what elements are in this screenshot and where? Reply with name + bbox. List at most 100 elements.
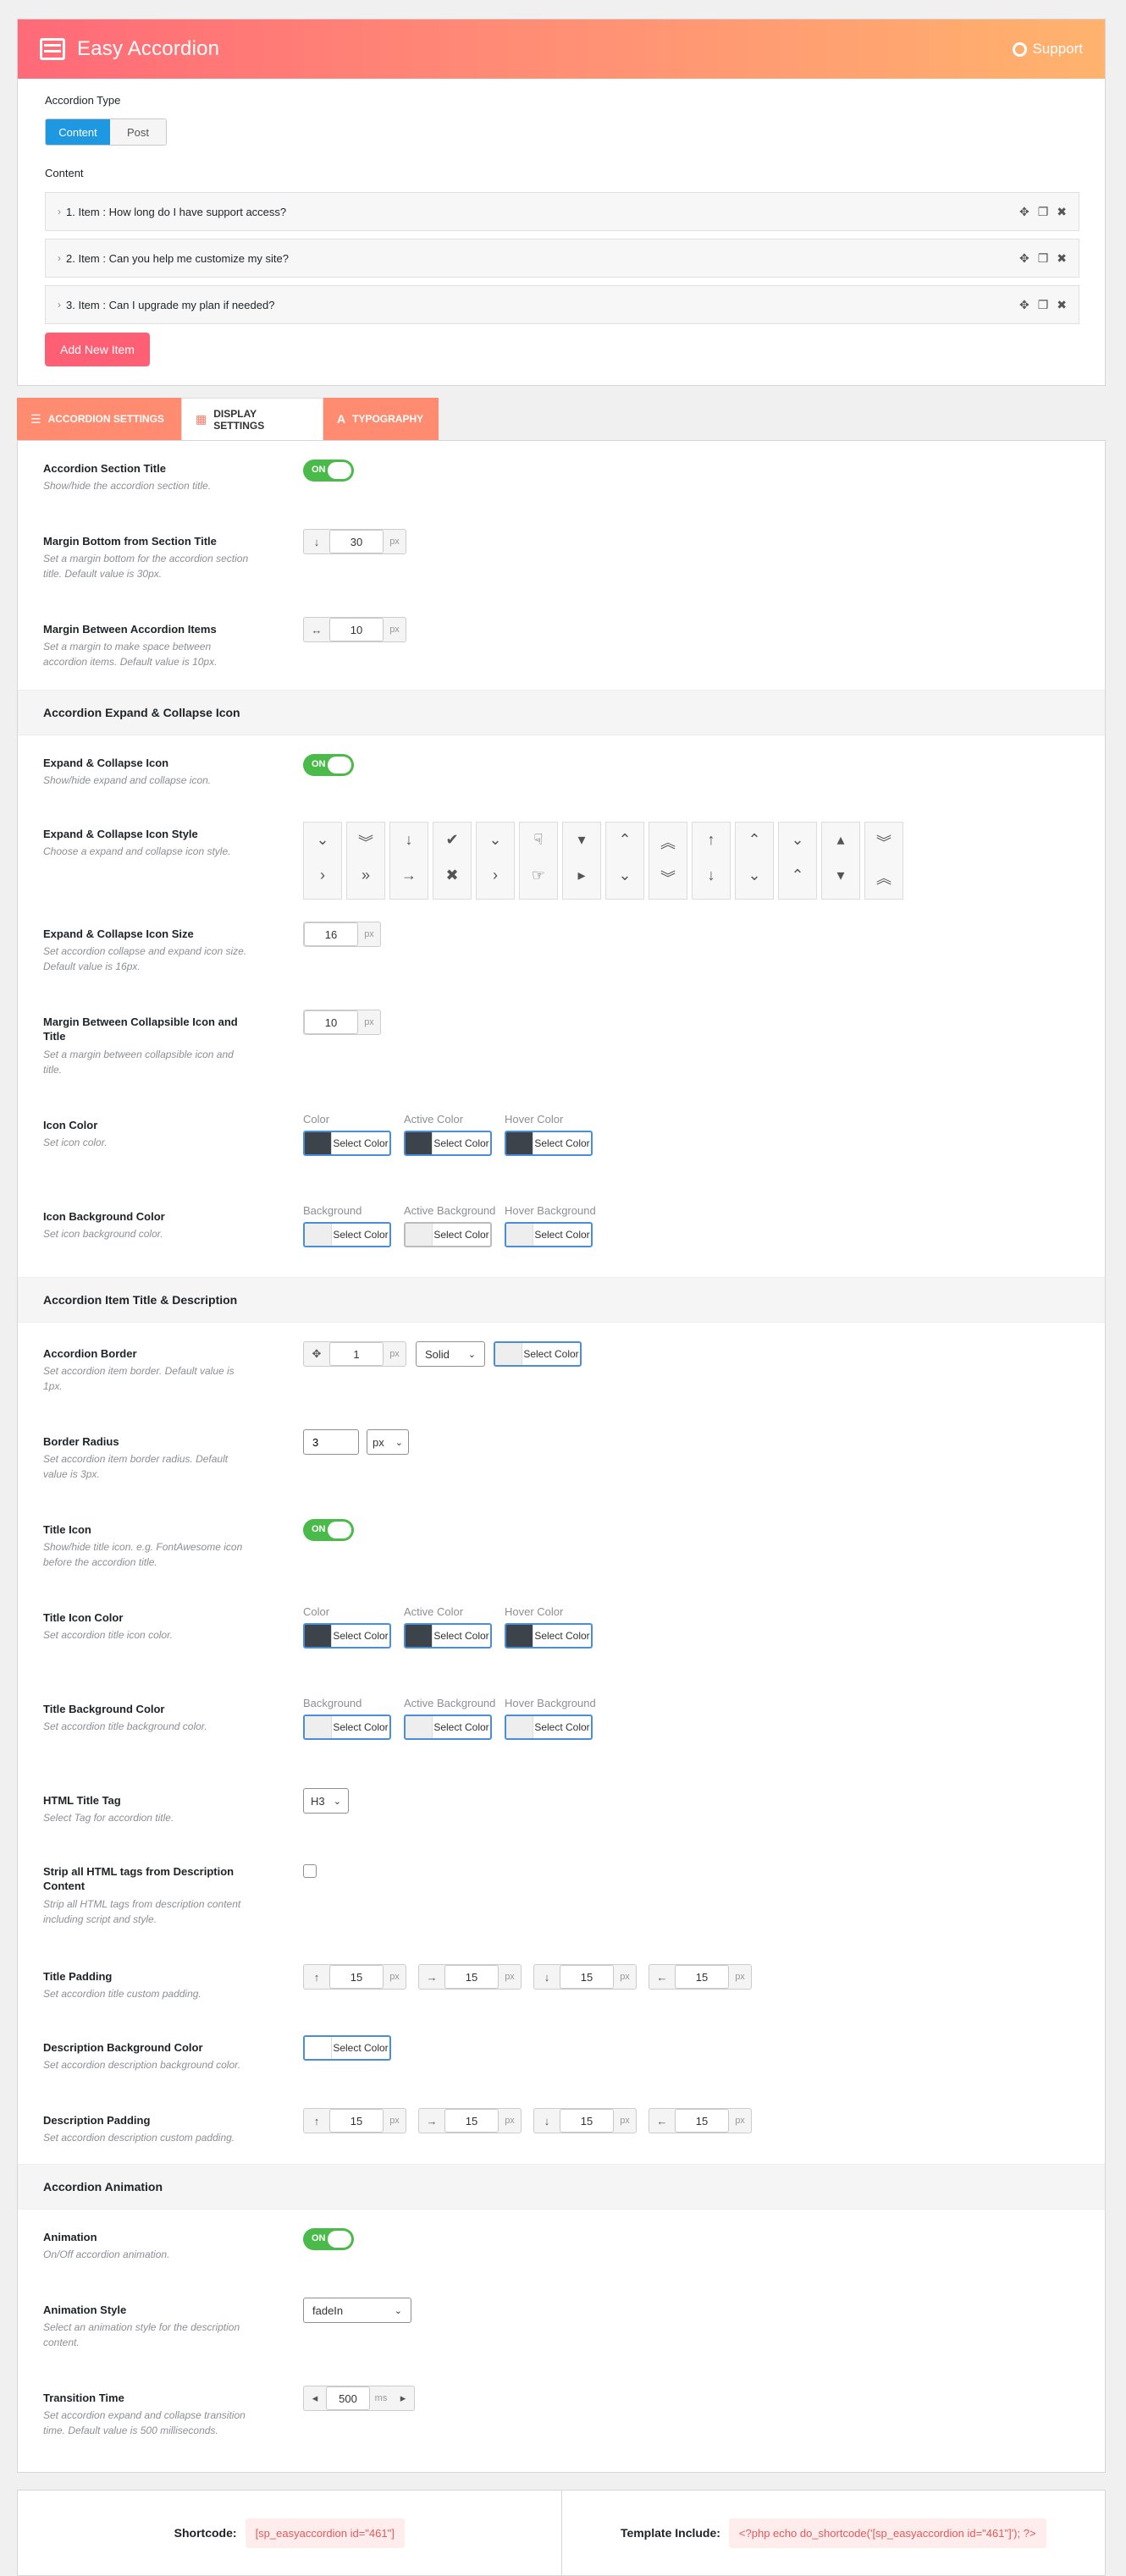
margin-between-field: ↔ px [303,617,406,642]
html-tag-select[interactable]: H3 ⌄ [303,1788,349,1814]
color-picker: Active Background Select Color [404,1204,495,1247]
decrement-caret-left-icon[interactable]: ◂ [304,2392,326,2405]
padding-left-input[interactable] [675,2109,729,2133]
check-icon: ✔ [445,831,459,848]
arrow-right-icon: → [426,1970,438,1984]
icon-style-option[interactable]: ⌃ ⌄ [735,822,774,900]
select-color-button[interactable]: Select Color [505,1131,593,1156]
unit-label: px [364,929,374,939]
add-new-item-button[interactable]: Add New Item [45,333,150,366]
tab-display-settings[interactable]: ▦ DISPLAY SETTINGS [181,398,323,440]
tab-accordion-settings[interactable]: ☰ ACCORDION SETTINGS [17,398,181,440]
icon-style-option[interactable]: ⌃ ⌄ [605,822,644,900]
border-radius-input[interactable] [303,1429,359,1455]
double-chevron-up-icon: ︽ [660,834,676,851]
select-color-button[interactable]: Select Color [303,1623,391,1649]
setting-desc: Set accordion description custom padding… [43,2132,235,2144]
template-include-value[interactable]: <?php echo do_shortcode('[sp_easyaccordi… [728,2518,1046,2548]
icon-style-option[interactable]: ☟ ☞ [519,822,558,900]
color-picker: Hover Background Select Color [505,1204,596,1247]
title-icon-toggle[interactable]: ON [303,1519,354,1541]
clone-icon[interactable]: ❐ [1038,205,1049,219]
increment-caret-right-icon[interactable]: ▸ [392,2392,414,2405]
animation-style-select[interactable]: fadeIn ⌄ [303,2298,411,2323]
border-style-select[interactable]: Solid ⌄ [416,1341,485,1367]
icon-style-option[interactable]: ▴ ▾ [821,822,860,900]
select-color-button[interactable]: Select Color [404,1623,492,1649]
icon-style-option[interactable]: ✔ ✖ [433,822,472,900]
icon-margin-input[interactable] [304,1010,358,1034]
border-width-input[interactable] [329,1342,384,1366]
move-icon[interactable]: ✥ [1019,205,1029,219]
setting-desc: Set a margin to make space between accor… [43,641,218,668]
icon-style-option[interactable]: ︽ ︾ [649,822,687,900]
select-color-button[interactable]: Select Color [303,1131,391,1156]
icon-style-option[interactable]: ⌄ › [476,822,515,900]
select-color-button[interactable]: Select Color [303,2035,391,2061]
padding-bottom-input[interactable] [560,1965,614,1989]
section-title-toggle[interactable]: ON [303,460,354,482]
padding-right-input[interactable] [444,1965,499,1989]
chevron-down-icon: ⌄ [333,1796,341,1807]
setting-title: Icon Background Color [43,1210,165,1223]
padding-right-input[interactable] [444,2109,499,2133]
clone-icon[interactable]: ❐ [1038,298,1049,312]
accordion-item[interactable]: › 2. Item : Can you help me customize my… [45,239,1079,278]
color-picker: Color Select Color [303,1605,391,1649]
delete-icon[interactable]: ✖ [1057,298,1067,312]
chevron-right-icon: › [58,206,61,217]
move-icon[interactable]: ✥ [1019,298,1029,312]
icon-style-option[interactable]: ︾» [346,822,385,900]
clone-icon[interactable]: ❐ [1038,251,1049,266]
toggle-label: ON [312,2233,326,2243]
tab-label: DISPLAY SETTINGS [213,407,265,432]
transition-time-input[interactable] [326,2386,370,2410]
strip-html-checkbox[interactable] [303,1864,317,1878]
delete-icon[interactable]: ✖ [1057,205,1067,219]
color-swatch [406,1625,433,1647]
margin-between-input[interactable] [329,618,384,641]
tab-typography[interactable]: A TYPOGRAPHY [323,398,439,440]
select-color-button[interactable]: Select Color [404,1715,492,1740]
icon-style-option[interactable]: ⌄ ⌃ [778,822,817,900]
delete-icon[interactable]: ✖ [1057,251,1067,266]
select-color-button[interactable]: Select Color [505,1715,593,1740]
select-color-button[interactable]: Select Color [303,1715,391,1740]
icon-style-option[interactable]: ↑ ↓ [692,822,731,900]
padding-right-field: → px [418,1964,522,1990]
support-link[interactable]: Support [1013,41,1083,58]
select-color-button[interactable]: Select Color [494,1341,582,1367]
move-icon[interactable]: ✥ [1019,251,1029,266]
margin-bottom-input[interactable] [329,530,384,553]
select-color-button[interactable]: Select Color [404,1222,492,1247]
shortcode-value[interactable]: [sp_easyaccordion id="461"] [245,2518,405,2548]
icon-style-option[interactable]: ⌄ › [303,822,342,900]
padding-bottom-input[interactable] [560,2109,614,2133]
select-color-button[interactable]: Select Color [505,1222,593,1247]
icon-style-option[interactable]: ▾ ▸ [562,822,601,900]
icon-size-input[interactable] [304,922,358,946]
type-content-option[interactable]: Content [46,119,110,145]
icon-style-option[interactable]: ↓ → [389,822,428,900]
radius-unit-select[interactable]: px ⌄ [367,1429,409,1455]
expand-icon-toggle[interactable]: ON [303,754,354,776]
tab-label: ACCORDION SETTINGS [47,413,164,425]
select-color-label: Select Color [433,1229,489,1241]
arrow-down-icon: ↓ [405,831,413,848]
setting-title: Accordion Section Title [43,462,166,475]
section-heading: Accordion Item Title & Description [18,1277,1105,1323]
type-post-option[interactable]: Post [110,119,166,145]
accordion-item[interactable]: › 3. Item : Can I upgrade my plan if nee… [45,285,1079,324]
setting-title: Margin Between Accordion Items [43,623,217,636]
toggle-label: ON [312,1524,326,1534]
padding-left-input[interactable] [675,1965,729,1989]
arrow-right-icon: → [401,867,417,883]
select-color-button[interactable]: Select Color [404,1131,492,1156]
padding-top-input[interactable] [329,2109,384,2133]
animation-toggle[interactable]: ON [303,2228,354,2250]
accordion-item[interactable]: › 1. Item : How long do I have support a… [45,192,1079,231]
select-color-button[interactable]: Select Color [505,1623,593,1649]
select-color-button[interactable]: Select Color [303,1222,391,1247]
icon-style-option[interactable]: ︾ ︽ [864,822,903,900]
padding-top-input[interactable] [329,1965,384,1989]
